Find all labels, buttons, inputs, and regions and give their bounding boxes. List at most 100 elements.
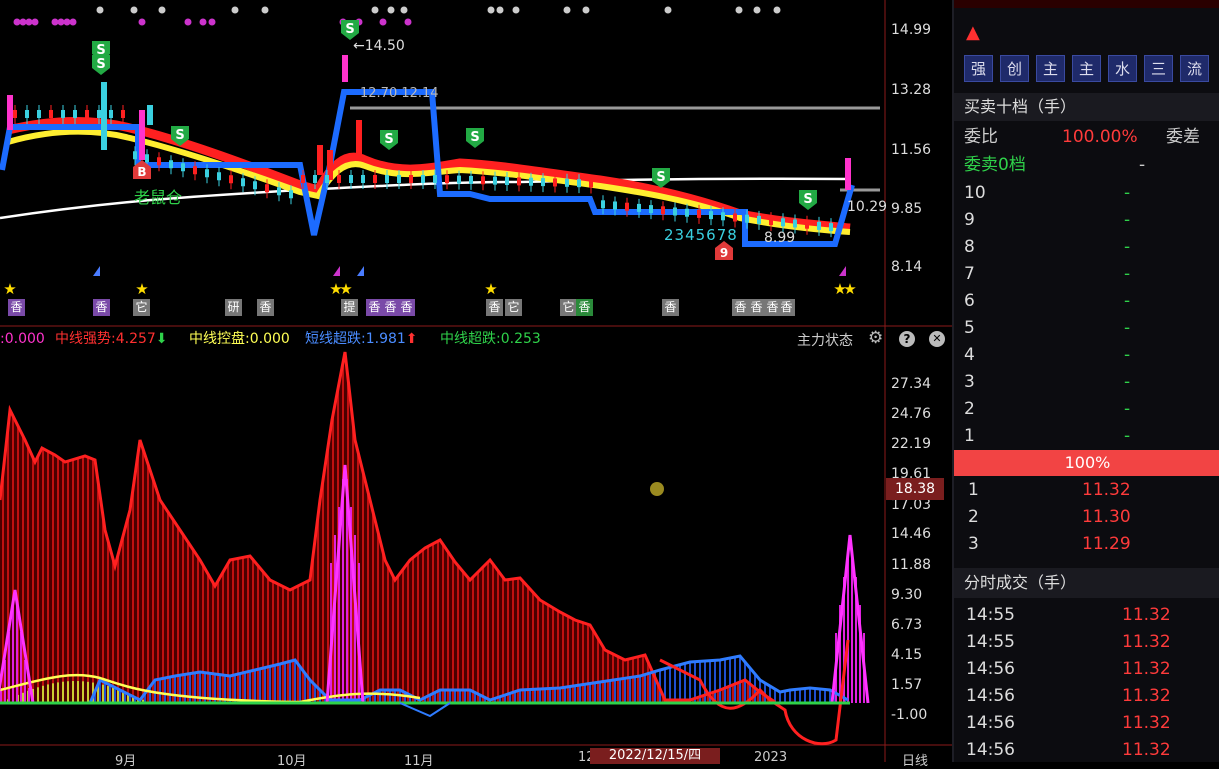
period-label[interactable]: 日线 <box>902 750 928 769</box>
tag-button[interactable]: 创 <box>1000 55 1029 82</box>
x-axis-label: 9月 <box>115 754 137 769</box>
indicator-axis-label: 1.57 <box>891 677 923 693</box>
flag-icon <box>93 266 100 276</box>
star-icon: ★ <box>843 280 856 298</box>
gear-icon[interactable]: ⚙ <box>868 328 883 348</box>
trade-row: 14:56 11.32 <box>954 656 1219 683</box>
tag-button[interactable]: 三 <box>1144 55 1173 82</box>
close-icon[interactable]: ✕ <box>929 331 945 347</box>
ask-value: - <box>1124 264 1131 284</box>
webi-label: 委比 <box>964 127 998 147</box>
signal-dot <box>69 18 77 26</box>
signal-dot <box>387 6 395 14</box>
signal-badge: 香 <box>732 299 749 316</box>
ask-value: - <box>1124 345 1131 365</box>
signal-badge: 香 <box>382 299 399 316</box>
indicator-axis-label: 11.88 <box>891 557 932 573</box>
ask-level: 1 <box>964 426 975 446</box>
webi-value: 100.00% <box>1062 127 1138 147</box>
signal-badge: 它 <box>560 299 577 316</box>
signal-dot <box>158 6 166 14</box>
tag-button[interactable]: 主 <box>1036 55 1065 82</box>
trade-row: 14:55 11.32 <box>954 602 1219 629</box>
ask-row: 10 - <box>954 180 1219 207</box>
tag-button[interactable]: 强 <box>964 55 993 82</box>
signal-dot <box>130 6 138 14</box>
ask-row: 3- <box>954 369 1219 396</box>
up-arrow-icon: ⬆ <box>405 331 418 347</box>
star-icon: ★ <box>3 280 16 298</box>
star-icon: ★ <box>135 280 148 298</box>
ask-value: - <box>1124 399 1131 419</box>
ask-level: 3 <box>964 372 975 392</box>
trade-time: 14:56 <box>966 659 1015 679</box>
signal-dot <box>57 18 65 26</box>
signal-dot <box>51 18 59 26</box>
ind-label-pink: :0.000 <box>0 331 45 347</box>
help-icon[interactable]: ? <box>899 331 915 347</box>
signal-badge: 研 <box>225 299 242 316</box>
signal-dot <box>13 18 21 26</box>
candle <box>101 82 107 150</box>
candle <box>342 55 348 82</box>
indicator-axis-label: 27.34 <box>891 376 932 392</box>
ask-level: 10 <box>964 183 986 203</box>
signal-dot <box>63 18 71 26</box>
x-axis-label: 10月 <box>277 754 307 769</box>
trade-price: 11.32 <box>1122 713 1171 733</box>
tag-button[interactable]: 水 <box>1108 55 1137 82</box>
chart-canvas[interactable]: SSSS S SSSB9★ ★ ★★ ★ ★★ <box>0 0 952 762</box>
signal-dot <box>582 6 590 14</box>
trade-time: 14:55 <box>966 605 1015 625</box>
ask-value: - <box>1124 318 1131 338</box>
signal-badge: 香 <box>486 299 503 316</box>
trades-title: 分时成交（手） <box>954 568 1219 598</box>
signal-dot <box>379 18 387 26</box>
trade-price: 11.32 <box>1122 686 1171 706</box>
price-axis-label: 11.56 <box>891 142 932 158</box>
s-signal-icon: S <box>380 130 398 150</box>
bid-row: 1 11.32 <box>954 477 1219 504</box>
ask-level: 7 <box>964 264 975 284</box>
indicator-axis-label: 24.76 <box>891 406 932 422</box>
mouse-cursor-icon <box>650 482 664 496</box>
s-signal-glyph: S <box>96 57 105 72</box>
indicator-title[interactable]: 主力状态 <box>797 330 853 350</box>
star-icon: ★ <box>339 280 352 298</box>
bid-row: 2 11.30 <box>954 504 1219 531</box>
signal-badge: 香 <box>576 299 593 316</box>
ask0-label: 委卖0档 <box>964 155 1026 175</box>
signal-badge: 香 <box>366 299 383 316</box>
signal-dot <box>25 18 33 26</box>
warning-icon[interactable]: ▲ <box>966 22 980 43</box>
signal-dot <box>371 6 379 14</box>
ask0-row: 委卖0档 - <box>954 152 1219 179</box>
down-arrow-icon: ⬇ <box>155 331 168 347</box>
trade-price: 11.32 <box>1122 740 1171 760</box>
trade-row: 14:56 11.32 <box>954 683 1219 710</box>
signal-badge: 它 <box>133 299 150 316</box>
bid-price: 11.30 <box>1082 507 1131 527</box>
candle <box>147 105 153 125</box>
tag-button[interactable]: 流 <box>1180 55 1209 82</box>
tag-button[interactable]: 主 <box>1072 55 1101 82</box>
signal-dot <box>563 6 571 14</box>
candle <box>356 120 362 155</box>
ask-row: 5- <box>954 315 1219 342</box>
chart-area[interactable]: S S S S S S S S B 9 ★ ★ ★ ★ ★ ★ ★ 14.99 13.28 11.56 9.85… <box>0 0 952 769</box>
s-signal-glyph: S <box>803 192 812 207</box>
level-line-label: 12.70 12.14 <box>360 86 439 101</box>
order-book-title: 买卖十档（手） <box>954 93 1219 121</box>
trade-row: 14:55 11.32 <box>954 629 1219 656</box>
s-signal-glyph: S <box>175 128 184 143</box>
ask-value: - <box>1124 183 1131 203</box>
signal-dot <box>261 6 269 14</box>
signal-badge: 香 <box>93 299 110 316</box>
ask-row: 8- <box>954 234 1219 261</box>
bid-level: 2 <box>968 507 979 527</box>
candle <box>139 110 145 160</box>
s-signal-glyph: S <box>384 132 393 147</box>
ask-level: 5 <box>964 318 975 338</box>
price-axis-label: 14.99 <box>891 22 932 38</box>
indicator-axis-label: -1.00 <box>891 707 928 723</box>
